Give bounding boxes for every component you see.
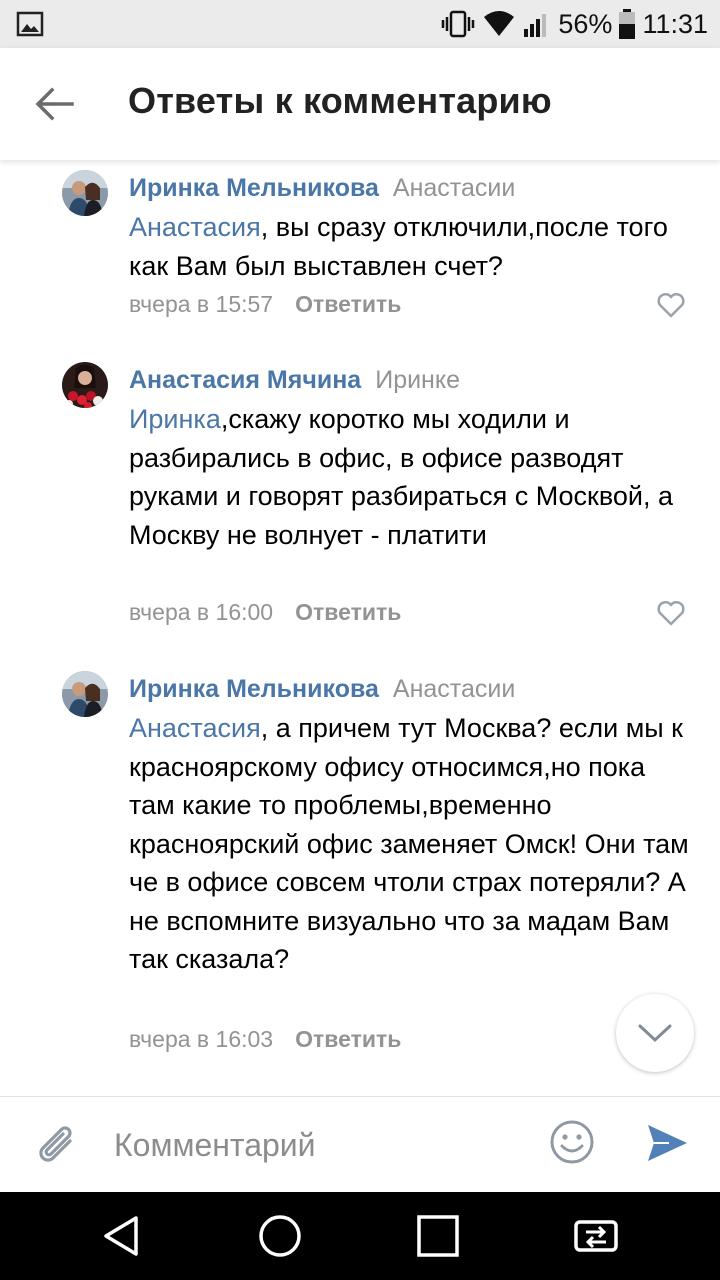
- page-title: Ответы к комментарию: [128, 80, 552, 121]
- heart-outline-icon[interactable]: [656, 291, 686, 319]
- battery-icon: [619, 9, 636, 39]
- reply-button[interactable]: Ответить: [295, 291, 401, 317]
- reply-target: Иринке: [375, 366, 460, 394]
- comment-text: Иринка,скажу коротко мы ходили и разбира…: [129, 400, 689, 554]
- smile-icon[interactable]: [549, 1119, 595, 1165]
- reply-target: Анастасии: [392, 174, 516, 202]
- avatar[interactable]: [62, 362, 108, 408]
- chevron-down-icon: [638, 1024, 672, 1043]
- comment-composer: [0, 1096, 720, 1193]
- comment-body: , а причем тут Москва? если мы к красноя…: [129, 713, 689, 974]
- arrow-left-icon[interactable]: [32, 84, 76, 124]
- mention-link[interactable]: Анастасия: [129, 713, 261, 743]
- comment-text: Анастасия, вы сразу отключили,после того…: [129, 208, 689, 285]
- battery-percent: 56%: [558, 8, 613, 39]
- comment-meta: вчера в 15:57 Ответить: [129, 289, 401, 319]
- vibrate-icon: [442, 10, 475, 38]
- mention-link[interactable]: Иринка: [129, 404, 221, 434]
- comment-header: Анастасия Мячина Иринке: [129, 365, 460, 395]
- avatar[interactable]: [62, 671, 108, 717]
- paperclip-icon[interactable]: [36, 1121, 80, 1169]
- nav-back-icon[interactable]: [98, 1212, 146, 1260]
- comment-header: Иринка Мельникова Анастасии: [129, 674, 515, 704]
- system-nav-bar: [0, 1192, 720, 1280]
- comment-time: вчера в 15:57: [129, 291, 274, 317]
- author-name[interactable]: Анастасия Мячина: [129, 366, 361, 394]
- scroll-down-button[interactable]: [616, 994, 694, 1072]
- nav-switch-apps-icon[interactable]: [572, 1212, 620, 1260]
- heart-outline-icon[interactable]: [656, 599, 686, 627]
- wifi-icon: [484, 11, 515, 36]
- author-name[interactable]: Иринка Мельникова: [129, 675, 379, 703]
- comment-meta: вчера в 16:00 Ответить: [129, 597, 401, 627]
- comment-text: Анастасия, а причем тут Москва? если мы …: [129, 709, 689, 979]
- comment-time: вчера в 16:00: [129, 599, 274, 625]
- nav-recents-icon[interactable]: [414, 1212, 462, 1260]
- nav-home-icon[interactable]: [256, 1212, 304, 1260]
- comment-time: вчера в 16:03: [129, 1026, 274, 1052]
- app-header: Ответы к комментарию: [0, 48, 720, 160]
- mention-link[interactable]: Анастасия: [129, 212, 261, 242]
- reply-target: Анастасии: [392, 675, 516, 703]
- clock: 11:31: [642, 8, 708, 39]
- status-icons: 56% 11:31: [440, 0, 708, 48]
- status-bar: 56% 11:31: [0, 0, 720, 48]
- comment-input[interactable]: [114, 1123, 514, 1167]
- reply-button[interactable]: Ответить: [295, 599, 401, 625]
- send-icon[interactable]: [645, 1121, 689, 1165]
- reply-button[interactable]: Ответить: [295, 1026, 401, 1052]
- author-name[interactable]: Иринка Мельникова: [129, 174, 379, 202]
- signal-icon: [524, 14, 547, 37]
- comment-meta: вчера в 16:03 Ответить: [129, 1024, 401, 1054]
- avatar[interactable]: [62, 170, 108, 216]
- comment-header: Иринка Мельникова Анастасии: [129, 173, 515, 203]
- gallery-notification-icon: [16, 11, 44, 37]
